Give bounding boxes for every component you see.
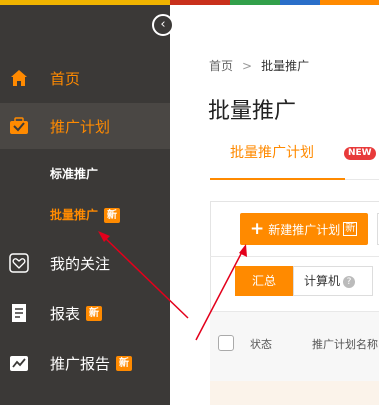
sidebar-item-follow[interactable]: 我的关注 xyxy=(0,240,170,286)
sidebar-subitem-label: 标准推广 xyxy=(50,167,99,181)
new-badge: 新 xyxy=(86,305,103,321)
report-chart-icon xyxy=(8,352,30,374)
sidebar-item-label: 推广报告 xyxy=(50,354,111,373)
column-header-status: 状态 xyxy=(250,338,272,351)
segment-pc[interactable]: 计算机? xyxy=(293,266,373,296)
sidebar-item-promo-report[interactable]: 推广报告新 xyxy=(0,340,170,386)
tab-active-underline xyxy=(210,178,345,180)
column-header-plan-name: 推广计划名称 xyxy=(312,338,378,351)
sidebar-item-report[interactable]: 报表新 xyxy=(0,290,170,336)
create-campaign-button[interactable]: + 新建推广计划新 xyxy=(240,213,368,245)
table-row[interactable] xyxy=(210,381,379,405)
tab-batch-plan[interactable]: 批量推广计划 xyxy=(230,142,314,162)
sidebar-subitem-batch[interactable]: 批量推广新 xyxy=(50,206,121,223)
sidebar-item-label: 报表 xyxy=(50,304,81,323)
sidebar-item-home[interactable]: 首页 xyxy=(0,55,170,101)
segment-summary[interactable]: 汇总 xyxy=(235,266,293,296)
main-content: 首页 > 批量推广 批量推广 批量推广计划 NEW + 新建推广计划新 汇总 计算机?… xyxy=(170,5,379,405)
segment-pc-label: 计算机 xyxy=(304,274,341,288)
sidebar-item-label: 首页 xyxy=(50,69,81,88)
create-campaign-label: 新建推广计划 xyxy=(268,222,341,237)
sidebar-subitem-standard[interactable]: 标准推广 xyxy=(50,165,98,182)
new-badge: 新 xyxy=(104,208,121,223)
breadcrumb-home-link[interactable]: 首页 xyxy=(209,59,233,73)
plus-icon: + xyxy=(250,218,265,239)
page-title: 批量推广 xyxy=(208,99,297,124)
collapse-sidebar-button[interactable]: ‹ xyxy=(152,14,174,36)
breadcrumb: 首页 > 批量推广 xyxy=(209,57,309,74)
sidebar-item-campaign[interactable]: 推广计划 xyxy=(0,103,170,149)
new-badge: 新 xyxy=(116,355,133,371)
campaign-icon xyxy=(8,115,30,137)
sidebar-subitem-label: 批量推广 xyxy=(50,208,99,222)
new-badge: NEW xyxy=(344,147,376,160)
home-icon xyxy=(8,67,30,89)
chevron-left-icon: ‹ xyxy=(160,17,166,32)
sidebar-item-label: 推广计划 xyxy=(50,117,111,136)
sidebar-item-label: 我的关注 xyxy=(50,254,111,273)
panel-divider xyxy=(210,256,379,257)
page: 首页 推广计划 标准推广 批量推广新 我的关注 报表新 推广报告 新 ‹ 首页 … xyxy=(0,0,379,405)
report-icon xyxy=(8,302,30,324)
help-icon[interactable]: ? xyxy=(343,275,356,288)
new-badge: 新 xyxy=(343,222,358,236)
sidebar: 首页 推广计划 标准推广 批量推广新 我的关注 报表新 推广报告 新 xyxy=(0,5,170,405)
heart-icon xyxy=(8,252,30,274)
breadcrumb-separator-icon: > xyxy=(242,59,253,73)
select-all-checkbox[interactable] xyxy=(218,335,234,351)
breadcrumb-current: 批量推广 xyxy=(261,59,310,73)
